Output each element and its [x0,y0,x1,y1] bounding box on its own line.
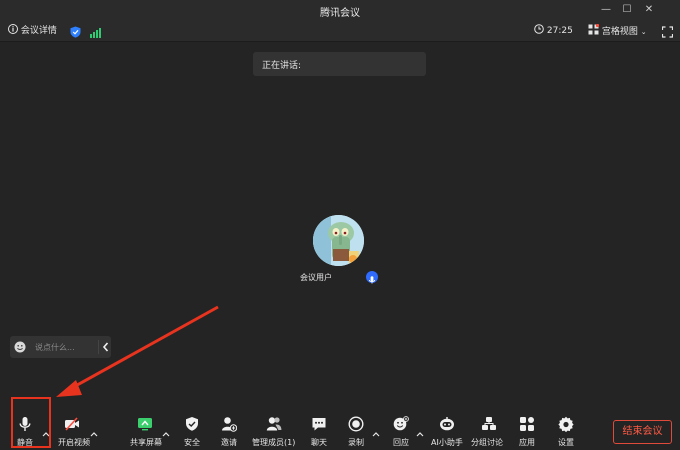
settings-label: 设置 [558,438,574,447]
react-label: 回应 [393,438,409,447]
ai-assistant-label: AI小助手 [431,438,463,447]
breakout-rooms-icon [482,417,496,430]
apps-label: 应用 [519,438,535,447]
video-options-caret-icon[interactable] [90,431,98,437]
invite-label: 邀请 [221,438,237,447]
manage-members-label: 管理成员(1) [252,438,296,447]
chat-label: 聊天 [311,438,327,447]
share-options-caret-icon[interactable] [162,431,170,437]
record-options-caret-icon[interactable] [372,431,380,437]
members-icon [266,417,282,431]
shield-check-icon [186,417,198,431]
record-icon [348,416,364,432]
annotation-highlight-box [11,397,51,448]
add-person-icon [222,417,237,432]
share-screen-label: 共享屏幕 [130,438,162,447]
react-options-caret-icon[interactable] [416,431,424,437]
start-video-label: 开启视频 [58,438,90,447]
share-screen-icon [138,418,152,431]
record-label: 录制 [348,438,364,447]
end-meeting-button[interactable]: 结束会议 [613,420,672,444]
security-label: 安全 [184,438,200,447]
gear-icon [558,416,574,432]
reaction-icon [393,416,409,431]
ai-assistant-icon [440,417,454,431]
video-off-icon [65,417,79,431]
chat-bubble-icon [312,418,326,431]
breakout-rooms-label: 分组讨论 [471,438,503,447]
meeting-toolbar [0,396,680,450]
apps-grid-icon [520,417,534,431]
annotation-arrow [56,305,219,397]
